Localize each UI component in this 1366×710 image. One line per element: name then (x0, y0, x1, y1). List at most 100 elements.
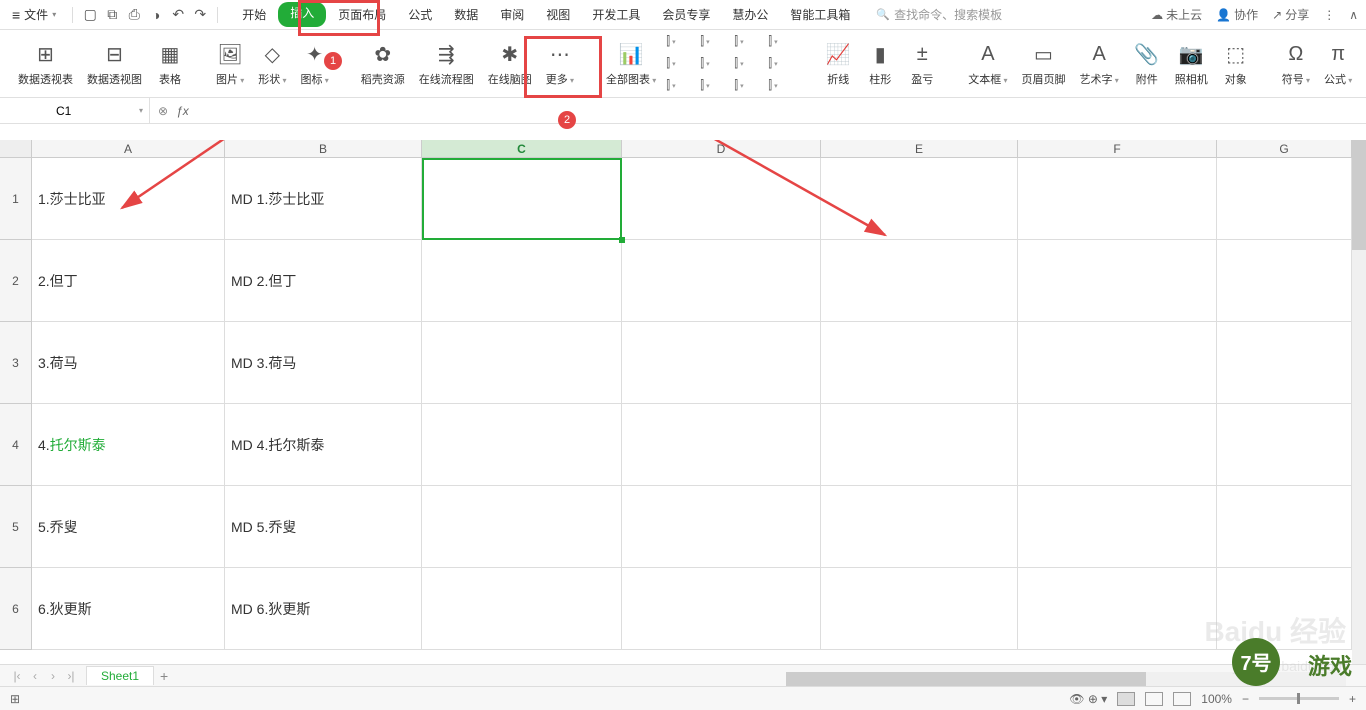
cell[interactable] (1018, 404, 1217, 486)
cell[interactable]: 2.但丁 (32, 240, 225, 322)
ribbon-盈亏[interactable]: ±盈亏 (904, 41, 940, 87)
cell[interactable] (1217, 158, 1352, 240)
chart-mini-icon[interactable]: ⫿ (666, 33, 694, 51)
ribbon-数据透视图[interactable]: ⊟数据透视图 (83, 41, 146, 87)
ribbon-柱形[interactable]: ▮柱形 (862, 41, 898, 87)
cell[interactable] (622, 158, 821, 240)
cell[interactable] (622, 240, 821, 322)
ribbon-艺术字[interactable]: A艺术字 (1076, 41, 1123, 87)
share-button[interactable]: ↗ 分享 (1272, 6, 1309, 23)
ribbon-形状[interactable]: ◇形状 (254, 41, 290, 87)
cell[interactable] (1018, 158, 1217, 240)
fill-handle[interactable] (619, 237, 625, 243)
cell[interactable] (422, 322, 622, 404)
row-header[interactable]: 1 (0, 158, 32, 240)
search-box[interactable]: 查找命令、搜索模板 (876, 6, 1002, 23)
ribbon-表格[interactable]: ▦表格 (152, 41, 188, 87)
cell[interactable]: MD 5.乔叟 (225, 486, 422, 568)
ribbon-全部图表[interactable]: 📊全部图表 (602, 41, 660, 87)
qat-open-icon[interactable]: ⧉ (101, 4, 123, 26)
col-header-B[interactable]: B (225, 140, 422, 157)
tab-数据[interactable]: 数据 (444, 2, 488, 27)
cell[interactable] (1018, 486, 1217, 568)
cell[interactable]: 4.托尔斯泰 (32, 404, 225, 486)
chart-mini-icon[interactable]: ⫿ (700, 77, 728, 95)
file-menu[interactable]: 文件 (8, 4, 66, 25)
row-header[interactable]: 5 (0, 486, 32, 568)
chart-mini-icon[interactable]: ⫿ (666, 55, 694, 73)
view-break-icon[interactable] (1173, 692, 1191, 706)
status-settings-icon[interactable]: ⊞ (10, 692, 20, 706)
chart-mini-icon[interactable]: ⫿ (734, 33, 762, 51)
ribbon-文本框[interactable]: A文本框 (964, 41, 1011, 87)
ribbon-图片[interactable]: 🖼图片 (212, 41, 248, 87)
chart-mini-icon[interactable]: ⫿ (768, 77, 796, 95)
vscroll-thumb[interactable] (1352, 140, 1366, 250)
tab-智能工具箱[interactable]: 智能工具箱 (780, 2, 860, 27)
cell[interactable]: MD 1.莎士比亚 (225, 158, 422, 240)
cell[interactable] (1018, 240, 1217, 322)
chart-mini-icon[interactable]: ⫿ (700, 55, 728, 73)
add-sheet-button[interactable]: + (160, 668, 168, 684)
sheet-nav-next-icon[interactable]: › (44, 669, 62, 683)
vertical-scrollbar[interactable] (1352, 140, 1366, 664)
cell[interactable] (1217, 240, 1352, 322)
chart-mini-icon[interactable]: ⫿ (768, 55, 796, 73)
col-header-G[interactable]: G (1217, 140, 1352, 157)
qat-print-icon[interactable]: ⎙ (123, 4, 145, 26)
chart-mini-icon[interactable]: ⫿ (734, 77, 762, 95)
tab-开发工具[interactable]: 开发工具 (582, 2, 650, 27)
tab-公式[interactable]: 公式 (398, 2, 442, 27)
more-menu-icon[interactable]: ⋮ (1323, 8, 1335, 22)
zoom-level[interactable]: 100% (1201, 692, 1232, 706)
cell[interactable] (1018, 322, 1217, 404)
qat-redo-icon[interactable]: ↷ (189, 4, 211, 26)
cell[interactable] (821, 240, 1018, 322)
cell[interactable] (622, 322, 821, 404)
cell[interactable] (1018, 568, 1217, 650)
cell[interactable] (622, 568, 821, 650)
eye-mode-icon[interactable]: 👁 ⊕ ▾ (1069, 692, 1107, 706)
hscroll-thumb[interactable] (786, 672, 1146, 686)
cell[interactable] (1217, 322, 1352, 404)
cell[interactable]: MD 4.托尔斯泰 (225, 404, 422, 486)
cell[interactable] (821, 158, 1018, 240)
tab-视图[interactable]: 视图 (536, 2, 580, 27)
row-header[interactable]: 6 (0, 568, 32, 650)
ribbon-照相机[interactable]: 📷照相机 (1171, 41, 1212, 87)
tab-开始[interactable]: 开始 (232, 2, 276, 27)
cell[interactable]: MD 6.狄更斯 (225, 568, 422, 650)
sheet-nav-prev-icon[interactable]: ‹ (26, 669, 44, 683)
ribbon-在线脑图[interactable]: ✱在线脑图 (484, 41, 536, 87)
cancel-formula-icon[interactable]: ⊗ (158, 104, 168, 118)
fx-label[interactable]: ƒx (176, 104, 189, 118)
select-all-corner[interactable] (0, 140, 32, 157)
cell[interactable]: MD 3.荷马 (225, 322, 422, 404)
cell[interactable] (622, 486, 821, 568)
cell[interactable] (422, 240, 622, 322)
cell[interactable] (821, 568, 1018, 650)
col-header-A[interactable]: A (32, 140, 225, 157)
cell[interactable]: MD 2.但丁 (225, 240, 422, 322)
zoom-out-icon[interactable]: − (1242, 692, 1249, 706)
col-header-F[interactable]: F (1018, 140, 1217, 157)
tab-插入[interactable]: 插入 (278, 2, 326, 27)
row-header[interactable]: 2 (0, 240, 32, 322)
cell[interactable] (622, 404, 821, 486)
cell[interactable] (422, 568, 622, 650)
col-header-E[interactable]: E (821, 140, 1018, 157)
horizontal-scrollbar[interactable] (786, 672, 1346, 686)
cell[interactable] (1217, 486, 1352, 568)
cell[interactable]: 3.荷马 (32, 322, 225, 404)
tab-慧办公[interactable]: 慧办公 (722, 2, 778, 27)
cell[interactable] (1217, 404, 1352, 486)
zoom-in-icon[interactable]: + (1349, 692, 1356, 706)
cell[interactable]: 6.狄更斯 (32, 568, 225, 650)
tab-会员专享[interactable]: 会员专享 (652, 2, 720, 27)
ribbon-页眉页脚[interactable]: ▭页眉页脚 (1018, 41, 1070, 87)
qat-new-icon[interactable]: ▢ (79, 4, 101, 26)
chart-mini-icon[interactable]: ⫿ (768, 33, 796, 51)
qat-preview-icon[interactable]: ◑ (145, 4, 167, 26)
col-header-C[interactable]: C (422, 140, 622, 157)
cell[interactable] (422, 158, 622, 240)
